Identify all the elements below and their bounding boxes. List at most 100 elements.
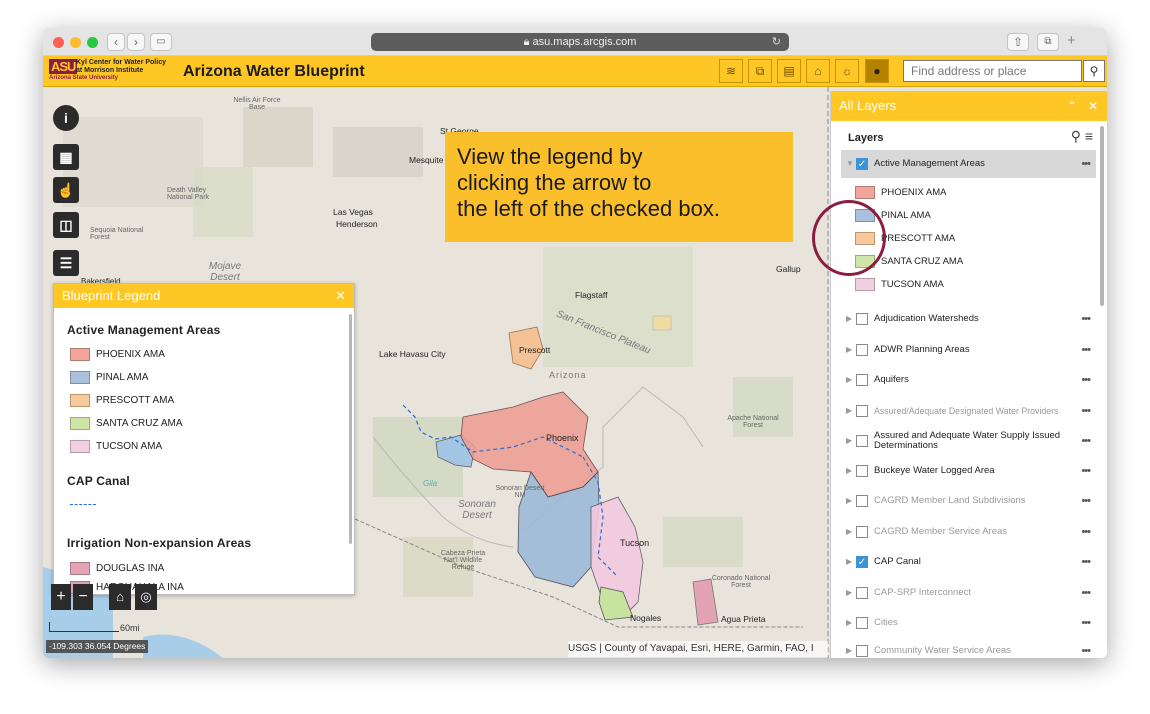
- sidebar-toggle-icon[interactable]: ▭: [150, 33, 172, 51]
- layer-checkbox[interactable]: [856, 617, 868, 629]
- address-bar[interactable]: 🔒︎ asu.maps.arcgis.com ↻: [371, 33, 789, 51]
- legend-icon[interactable]: ☰: [53, 250, 79, 276]
- layer-checkbox[interactable]: [856, 405, 868, 417]
- legend-swatch: [70, 439, 90, 453]
- search-input[interactable]: Find address or place: [903, 60, 1082, 82]
- expand-arrow-icon[interactable]: ▶: [846, 397, 852, 425]
- expand-arrow-icon[interactable]: ▶: [846, 548, 852, 576]
- map-label: Sequoia National Forest: [90, 227, 144, 241]
- layer-row[interactable]: ▶ Aquifers •••: [841, 366, 1096, 394]
- expand-arrow-icon[interactable]: ▶: [846, 366, 852, 394]
- map-label: Mesquite: [409, 155, 444, 165]
- minimize-window-icon[interactable]: [70, 37, 81, 48]
- zoom-out-button[interactable]: −: [73, 584, 93, 610]
- layer-row[interactable]: ▶ CAP-SRP Interconnect •••: [841, 579, 1096, 607]
- expand-arrow-icon[interactable]: ▶: [846, 518, 852, 546]
- layer-checkbox[interactable]: ✓: [856, 158, 868, 170]
- reload-icon[interactable]: ↻: [772, 33, 781, 51]
- expand-arrow-icon[interactable]: ▶: [846, 487, 852, 515]
- more-options-icon[interactable]: •••: [1081, 609, 1091, 637]
- share-icon[interactable]: ⇧: [1007, 33, 1029, 51]
- zoom-in-button[interactable]: +: [51, 584, 71, 610]
- globe-icon[interactable]: ●: [865, 59, 889, 83]
- map-label: Nogales: [630, 613, 662, 623]
- more-options-icon[interactable]: •••: [1081, 150, 1091, 178]
- expand-arrow-icon[interactable]: ▼: [846, 150, 854, 178]
- map-label: Coronado National Forest: [711, 575, 771, 589]
- legend-scrollbar[interactable]: [349, 314, 352, 544]
- new-tab-icon[interactable]: +: [1067, 32, 1076, 49]
- layer-row[interactable]: ▶ Community Water Service Areas •••: [841, 637, 1096, 658]
- layer-checkbox[interactable]: ✓: [856, 556, 868, 568]
- expand-arrow-icon[interactable]: ▶: [846, 427, 852, 455]
- more-options-icon[interactable]: •••: [1081, 336, 1091, 364]
- layer-row[interactable]: ▼ ✓ Active Management Areas •••: [841, 150, 1096, 178]
- expand-arrow-icon[interactable]: ▶: [846, 637, 852, 658]
- layer-checkbox[interactable]: [856, 465, 868, 477]
- select-tool-icon[interactable]: ☝: [53, 177, 79, 203]
- search-icon[interactable]: ⚲: [1083, 60, 1105, 82]
- close-icon[interactable]: ✕: [1088, 91, 1098, 121]
- close-window-icon[interactable]: [53, 37, 64, 48]
- maximize-window-icon[interactable]: [87, 37, 98, 48]
- map-label: Prescott: [519, 345, 551, 355]
- layer-row[interactable]: ▶ ADWR Planning Areas •••: [841, 336, 1096, 364]
- layer-checkbox[interactable]: [856, 344, 868, 356]
- sun-icon[interactable]: ☼: [835, 59, 859, 83]
- home-button[interactable]: ⌂: [109, 584, 131, 610]
- tabs-overview-icon[interactable]: ⧉: [1037, 33, 1059, 51]
- more-options-icon[interactable]: •••: [1081, 397, 1091, 425]
- layer-checkbox[interactable]: [856, 526, 868, 538]
- expand-arrow-icon[interactable]: ▶: [846, 579, 852, 607]
- layer-row[interactable]: ▶ CAGRD Member Land Subdivisions •••: [841, 487, 1096, 515]
- legend-swatch: [70, 393, 90, 407]
- locate-button[interactable]: ◎: [135, 584, 157, 610]
- about-icon[interactable]: i: [53, 105, 79, 131]
- expand-arrow-icon[interactable]: ▶: [846, 609, 852, 637]
- expand-arrow-icon[interactable]: ▶: [846, 305, 852, 333]
- map-label: Apache National Forest: [727, 415, 779, 429]
- expand-arrow-icon[interactable]: ▶: [846, 457, 852, 485]
- more-options-icon[interactable]: •••: [1081, 548, 1091, 576]
- document-icon[interactable]: ▤: [777, 59, 801, 83]
- asu-logo[interactable]: ASU Kyl Center for Water Policy at Morri…: [49, 59, 179, 83]
- expand-arrow-icon[interactable]: ▶: [846, 336, 852, 364]
- layer-row[interactable]: ▶ Assured and Adequate Water Supply Issue…: [841, 427, 1096, 455]
- layer-row[interactable]: ▶ Adjudication Watersheds •••: [841, 305, 1096, 333]
- layer-checkbox[interactable]: [856, 435, 868, 447]
- layer-checkbox[interactable]: [856, 374, 868, 386]
- swipe-tool-icon[interactable]: ◫: [53, 212, 79, 238]
- more-options-icon[interactable]: •••: [1081, 518, 1091, 546]
- more-options-icon[interactable]: •••: [1081, 637, 1091, 658]
- search-filter-icon[interactable]: ⚲ ≡: [1071, 128, 1093, 145]
- forward-button[interactable]: ›: [127, 33, 145, 51]
- layer-row[interactable]: ▶ Assured/Adequate Designated Water Provi…: [841, 397, 1096, 425]
- more-options-icon[interactable]: •••: [1081, 457, 1091, 485]
- water-icon[interactable]: ≋: [719, 59, 743, 83]
- layer-row[interactable]: ▶ CAGRD Member Service Areas •••: [841, 518, 1096, 546]
- more-options-icon[interactable]: •••: [1081, 579, 1091, 607]
- layer-checkbox[interactable]: [856, 495, 868, 507]
- close-icon[interactable]: ✕: [335, 284, 346, 308]
- legend-title: Blueprint Legend: [62, 288, 161, 303]
- layer-row[interactable]: ▶ ✓ CAP Canal •••: [841, 548, 1096, 576]
- layer-name: CAGRD Member Land Subdivisions: [874, 495, 1026, 506]
- layer-checkbox[interactable]: [856, 645, 868, 657]
- layer-row[interactable]: ▶ Buckeye Water Logged Area •••: [841, 457, 1096, 485]
- more-options-icon[interactable]: •••: [1081, 366, 1091, 394]
- map-view[interactable]: St George Mesquite Nellis Air Force Base…: [43, 87, 1107, 658]
- more-options-icon[interactable]: •••: [1081, 487, 1091, 515]
- legend-item: PRESCOTT AMA: [70, 393, 174, 409]
- layer-checkbox[interactable]: [856, 313, 868, 325]
- layer-row[interactable]: ▶ Cities •••: [841, 609, 1096, 637]
- collapse-icon[interactable]: ⌃: [1067, 91, 1077, 121]
- basemap-gallery-icon[interactable]: ▦: [53, 144, 79, 170]
- back-button[interactable]: ‹: [107, 33, 125, 51]
- more-options-icon[interactable]: •••: [1081, 427, 1091, 455]
- home-shape-icon[interactable]: ⌂: [806, 59, 830, 83]
- map-label: Nellis Air Force Base: [233, 97, 281, 111]
- layers-scrollbar[interactable]: [1100, 126, 1104, 306]
- layer-checkbox[interactable]: [856, 587, 868, 599]
- layer-list-icon[interactable]: ⧉: [748, 59, 772, 83]
- more-options-icon[interactable]: •••: [1081, 305, 1091, 333]
